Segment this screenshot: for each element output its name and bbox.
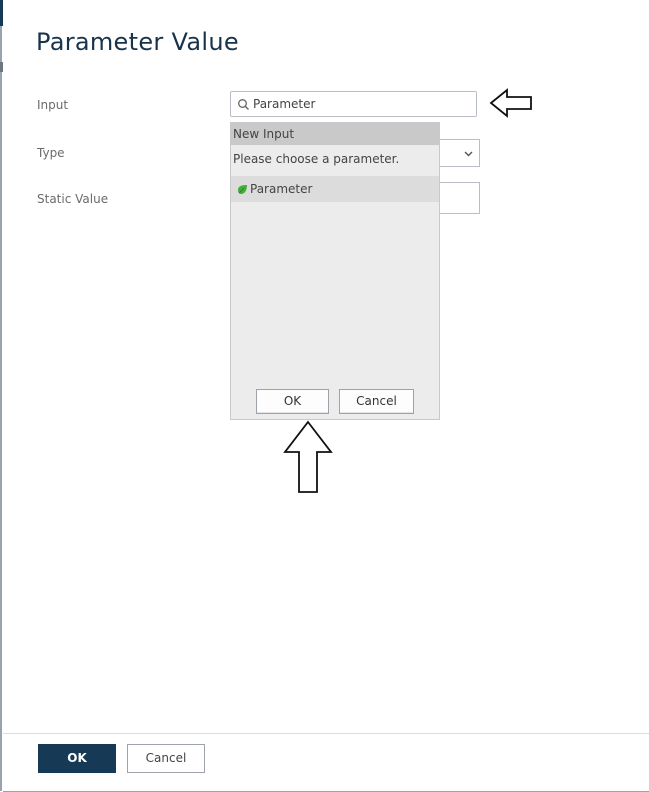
chevron-down-icon [464,151,473,157]
parameter-search-field[interactable] [230,91,477,117]
arrow-up-annotation-icon [283,420,333,493]
window-edge-mark [0,62,3,72]
type-select[interactable] [438,139,480,167]
parameter-dropdown: New Input Please choose a parameter. Par… [230,122,440,420]
static-value-label: Static Value [37,192,109,206]
dropdown-parameter-item-label: Parameter [250,182,313,196]
parameter-search-input[interactable] [253,94,463,114]
type-label: Type [37,146,65,160]
dialog-title: Parameter Value [36,28,239,56]
ok-button[interactable]: OK [38,744,116,773]
dropdown-new-input-option[interactable]: New Input [231,123,439,145]
dropdown-ok-button[interactable]: OK [256,389,329,414]
cancel-button[interactable]: Cancel [127,744,205,773]
input-label: Input [37,98,69,112]
window-left-border [0,0,3,791]
static-value-input[interactable] [438,182,480,214]
dropdown-parameter-item[interactable]: Parameter [231,176,439,202]
search-icon [238,99,249,110]
dropdown-hint: Please choose a parameter. [233,152,400,166]
window-accent-top [0,0,3,26]
green-leaf-icon [238,185,247,194]
dropdown-cancel-button[interactable]: Cancel [339,389,414,414]
arrow-left-annotation-icon [489,88,532,118]
